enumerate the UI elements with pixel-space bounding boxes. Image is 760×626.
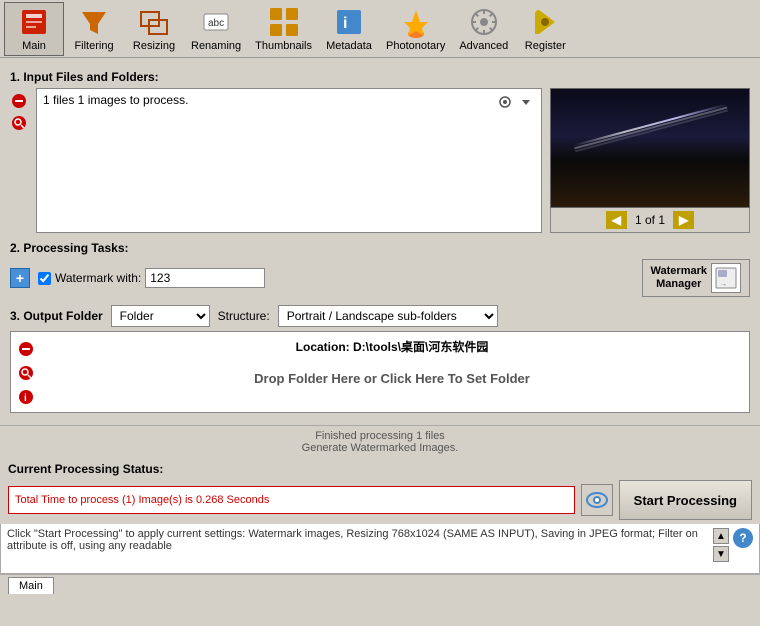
filter-icon	[78, 6, 110, 38]
output-action-icons: i	[17, 338, 35, 406]
output-box-inner: i Location: D:\tools\桌面\河东软件园 Drop Folde…	[17, 338, 743, 406]
output-folder-select[interactable]: Folder Same Folder Custom	[111, 305, 210, 327]
structure-select[interactable]: Portrait / Landscape sub-folders None Da…	[278, 305, 498, 327]
svg-text:→: →	[720, 281, 727, 288]
log-area: Click "Start Processing" to apply curren…	[0, 524, 760, 574]
info-output-button[interactable]: i	[17, 388, 35, 406]
preview-page-text: 1 of 1	[635, 213, 665, 227]
toolbar: Main Filtering Resizing abc Renaming	[0, 0, 760, 58]
task-checkbox-area: Watermark with:	[38, 268, 634, 288]
watermark-value-input[interactable]	[145, 268, 265, 288]
bottom-tab-bar: Main	[0, 574, 760, 596]
toolbar-resizing-label: Resizing	[133, 40, 175, 52]
toolbar-renaming-label: Renaming	[191, 40, 241, 52]
preview-toggle-button[interactable]	[581, 484, 613, 516]
toolbar-photonotary-label: Photonotary	[386, 40, 445, 52]
toolbar-item-photonotary[interactable]: Photonotary	[379, 2, 452, 56]
toolbar-item-renaming[interactable]: abc Renaming	[184, 2, 248, 56]
scroll-down-button[interactable]: ▼	[713, 546, 729, 562]
svg-text:i: i	[343, 15, 347, 32]
current-status-title: Current Processing Status:	[8, 462, 752, 476]
dropdown-input-icon[interactable]	[517, 93, 535, 111]
remove-input-button[interactable]	[10, 92, 28, 110]
reg-icon	[529, 6, 561, 38]
output-section: 3. Output Folder Folder Same Folder Cust…	[10, 305, 750, 413]
wm-manager-icon: →	[711, 263, 741, 293]
status-line2: Generate Watermarked Images.	[8, 442, 752, 454]
toolbar-filtering-label: Filtering	[74, 40, 113, 52]
log-text: Click "Start Processing" to apply curren…	[7, 528, 709, 569]
watermark-checkbox[interactable]	[38, 272, 51, 285]
location-value-text: D:\tools\桌面\河东软件园	[353, 340, 488, 354]
preview-panel: ◀ 1 of 1 ▶	[550, 88, 750, 233]
tasks-section: + Watermark with: Watermark Manager →	[10, 259, 750, 297]
location-row: Location: D:\tools\桌面\河东软件园	[41, 338, 743, 355]
preview-image	[550, 88, 750, 208]
drop-zone[interactable]: Drop Folder Here or Click Here To Set Fo…	[41, 363, 743, 394]
input-section: 1 files 1 images to process.	[10, 88, 750, 233]
start-processing-button[interactable]: Start Processing	[619, 480, 752, 520]
wm-manager-line2: Manager	[656, 278, 701, 291]
watermark-manager-button[interactable]: Watermark Manager →	[642, 259, 750, 297]
status-line1: Finished processing 1 files	[8, 430, 752, 442]
main-icon	[18, 6, 50, 38]
help-button[interactable]: ?	[733, 528, 753, 548]
toolbar-thumbnails-label: Thumbnails	[255, 40, 312, 52]
toolbar-advanced-label: Advanced	[459, 40, 508, 52]
night-sky-image	[551, 89, 749, 207]
toolbar-main-label: Main	[22, 40, 46, 52]
toolbar-item-filtering[interactable]: Filtering	[64, 2, 124, 56]
time-status-box: Total Time to process (1) Image(s) is 0.…	[8, 486, 575, 514]
current-status-section: Current Processing Status: Total Time to…	[0, 458, 760, 524]
file-count-text: 1 files 1 images to process.	[43, 93, 496, 107]
toolbar-item-register[interactable]: Register	[515, 2, 575, 56]
zoom-input-button[interactable]	[10, 114, 28, 132]
toolbar-metadata-label: Metadata	[326, 40, 372, 52]
photo-icon	[400, 6, 432, 38]
main-content: 1. Input Files and Folders: 1 files 1 im…	[0, 58, 760, 425]
status-row: Total Time to process (1) Image(s) is 0.…	[8, 480, 752, 520]
output-box: i Location: D:\tools\桌面\河东软件园 Drop Folde…	[10, 331, 750, 413]
toolbar-register-label: Register	[525, 40, 566, 52]
add-task-button[interactable]: +	[10, 268, 30, 288]
adv-icon	[468, 6, 500, 38]
time-status-text: Total Time to process (1) Image(s) is 0.…	[15, 494, 269, 506]
next-image-button[interactable]: ▶	[673, 211, 694, 229]
input-section-title: 1. Input Files and Folders:	[10, 70, 750, 84]
settings-input-icon[interactable]	[496, 93, 514, 111]
output-header: 3. Output Folder Folder Same Folder Cust…	[10, 305, 750, 327]
toolbar-item-main[interactable]: Main	[4, 2, 64, 56]
svg-text:abc: abc	[208, 18, 224, 29]
preview-nav: ◀ 1 of 1 ▶	[550, 208, 750, 233]
main-tab[interactable]: Main	[8, 577, 54, 594]
remove-output-button[interactable]	[17, 340, 35, 358]
log-scroll-controls: ▲ ▼	[713, 528, 729, 569]
processing-status-bar: Finished processing 1 files Generate Wat…	[0, 425, 760, 458]
watermark-label: Watermark with:	[55, 271, 141, 285]
toolbar-item-metadata[interactable]: i Metadata	[319, 2, 379, 56]
input-box-action-icons	[496, 93, 535, 111]
toolbar-item-resizing[interactable]: Resizing	[124, 2, 184, 56]
svg-text:i: i	[24, 393, 27, 404]
rename-icon: abc	[200, 6, 232, 38]
tasks-row: + Watermark with: Watermark Manager →	[10, 259, 750, 297]
scroll-up-button[interactable]: ▲	[713, 528, 729, 544]
input-box-header: 1 files 1 images to process.	[43, 93, 535, 111]
resize-icon	[138, 6, 170, 38]
toolbar-item-thumbnails[interactable]: Thumbnails	[248, 2, 319, 56]
output-label: 3. Output Folder	[10, 309, 103, 323]
input-file-box[interactable]: 1 files 1 images to process.	[36, 88, 542, 233]
toolbar-item-advanced[interactable]: Advanced	[452, 2, 515, 56]
meta-icon: i	[333, 6, 365, 38]
prev-image-button[interactable]: ◀	[606, 211, 627, 229]
wm-manager-line1: Watermark	[651, 265, 707, 278]
output-content: Location: D:\tools\桌面\河东软件园 Drop Folder …	[41, 338, 743, 406]
location-label-text: Location:	[296, 340, 350, 354]
structure-label: Structure:	[218, 309, 270, 323]
zoom-output-button[interactable]	[17, 364, 35, 382]
thumb-icon	[268, 6, 300, 38]
input-left-icons	[10, 88, 28, 233]
tasks-section-title: 2. Processing Tasks:	[10, 241, 750, 255]
